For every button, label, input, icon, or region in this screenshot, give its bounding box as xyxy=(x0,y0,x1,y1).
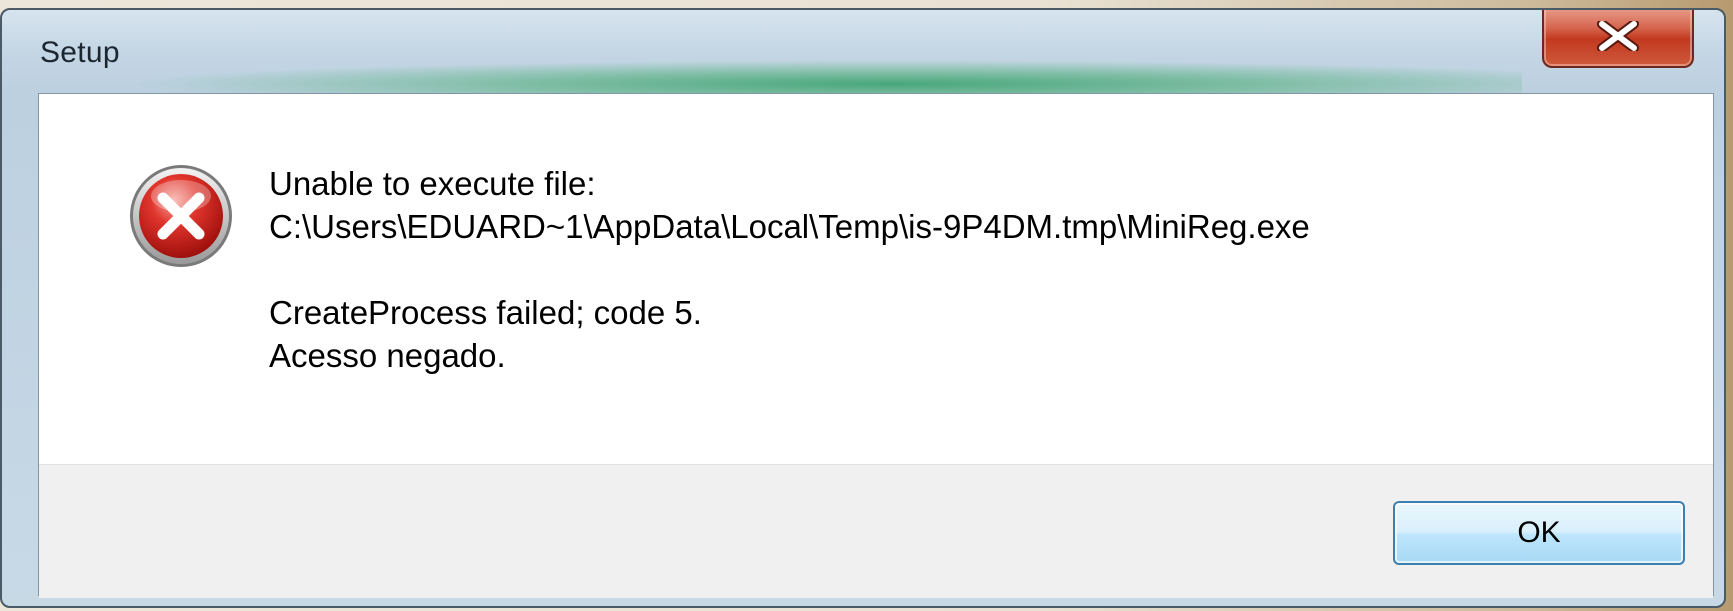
message-file-path: C:\Users\EDUARD~1\AppData\Local\Temp\is-… xyxy=(269,208,1310,245)
message-line-4: Acesso negado. xyxy=(269,337,506,374)
message-area: Unable to execute file: C:\Users\EDUARD~… xyxy=(39,94,1713,464)
dialog-client-area: Unable to execute file: C:\Users\EDUARD~… xyxy=(38,93,1714,598)
close-button[interactable] xyxy=(1542,10,1694,68)
close-x-icon xyxy=(1592,21,1644,51)
error-icon xyxy=(127,162,235,270)
message-line-3: CreateProcess failed; code 5. xyxy=(269,294,702,331)
message-line-1: Unable to execute file: xyxy=(269,165,596,202)
setup-dialog: Setup Unable to execute file: C:\Users\E… xyxy=(0,8,1726,608)
error-message: Unable to execute file: C:\Users\EDUARD~… xyxy=(269,162,1310,377)
ok-button[interactable]: OK xyxy=(1393,501,1685,565)
dialog-title: Setup xyxy=(40,36,120,69)
button-bar: OK xyxy=(39,464,1713,598)
